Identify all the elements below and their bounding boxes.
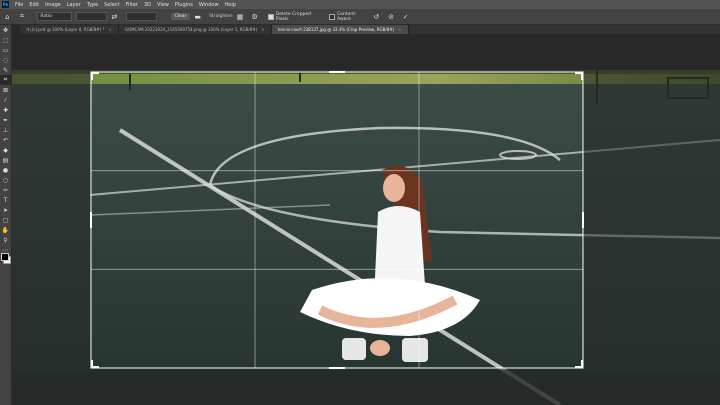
close-icon[interactable]: × xyxy=(261,25,264,34)
quick-select-tool-icon[interactable]: ✎ xyxy=(0,65,11,75)
tab-label: 가나다.psd @ 100% (Layer 0, RGB/8#) * xyxy=(26,27,105,32)
brush-tool-icon[interactable]: ✒ xyxy=(0,115,11,125)
path-select-tool-icon[interactable]: ➤ xyxy=(0,205,11,215)
photoshop-logo: Ps xyxy=(2,1,9,8)
menu-filter[interactable]: Filter xyxy=(123,2,141,8)
straighten-icon[interactable]: ▬ xyxy=(193,12,202,21)
lasso-tool-icon[interactable]: ◌ xyxy=(0,55,11,65)
menu-3d[interactable]: 3D xyxy=(141,2,154,8)
crop-tool-icon[interactable]: ⌗ xyxy=(0,75,11,85)
document-tabs: 가나다.psd @ 100% (Layer 0, RGB/8#) * × G… xyxy=(20,25,720,34)
close-icon[interactable]: × xyxy=(398,25,401,34)
swap-icon[interactable]: ⇄ xyxy=(110,12,119,21)
eyedropper-tool-icon[interactable]: ⁄ xyxy=(0,95,11,105)
tab-document-1[interactable]: 가나다.psd @ 100% (Layer 0, RGB/8#) * × xyxy=(20,25,119,34)
content-aware-label: Content-Aware xyxy=(337,11,357,22)
ratio-select[interactable]: Ratio xyxy=(37,12,73,21)
tools-panel: ✥ ⬚ ▭ ◌ ✎ ⌗ ⊠ ⁄ ✚ ✒ ⊥ ↶ ◆ ▤ ● ○ ✑ T ➤ ▢ … xyxy=(0,25,12,405)
checkbox-box xyxy=(267,13,274,20)
delete-cropped-pixels-checkbox[interactable]: Delete Cropped Pixels xyxy=(267,11,323,22)
foreground-color-swatch[interactable] xyxy=(1,253,9,261)
ratio-width-field[interactable] xyxy=(76,12,108,21)
menu-type[interactable]: Type xyxy=(84,2,101,8)
close-icon[interactable]: × xyxy=(109,25,112,34)
menu-edit[interactable]: Edit xyxy=(26,2,42,8)
marquee-tool-icon[interactable]: ▭ xyxy=(0,45,11,55)
home-icon[interactable]: ⌂ xyxy=(3,12,12,21)
commit-check-icon[interactable]: ✓ xyxy=(401,12,410,21)
menu-plugins[interactable]: Plugins xyxy=(172,2,196,8)
options-bar: ⌂ ⌗ Ratio ⇄ Clear ▬ Straighten ▦ ⚙ Delet… xyxy=(0,9,720,25)
menu-image[interactable]: Image xyxy=(42,2,64,8)
type-tool-icon[interactable]: T xyxy=(0,195,11,205)
eraser-tool-icon[interactable]: ◆ xyxy=(0,145,11,155)
menu-window[interactable]: Window xyxy=(196,2,222,8)
ratio-height-field[interactable] xyxy=(125,12,157,21)
menu-file[interactable]: File xyxy=(12,2,26,8)
cancel-icon[interactable]: ⊘ xyxy=(387,12,396,21)
checkbox-box xyxy=(329,13,336,20)
tab-document-3[interactable]: tennis-court-238137.jpg @ 33.3% (Crop Pr… xyxy=(271,25,409,34)
move-tool-icon[interactable]: ✥ xyxy=(0,25,11,35)
tab-label: GOMCAM 20221024_2145590754.png @ 100% (L… xyxy=(124,27,258,32)
crop-tool-icon[interactable]: ⌗ xyxy=(18,12,27,21)
menu-view[interactable]: View xyxy=(154,2,172,8)
dodge-tool-icon[interactable]: ○ xyxy=(0,175,11,185)
clear-button[interactable]: Clear xyxy=(170,13,191,20)
healing-brush-tool-icon[interactable]: ✚ xyxy=(0,105,11,115)
blur-tool-icon[interactable]: ● xyxy=(0,165,11,175)
gear-icon[interactable]: ⚙ xyxy=(250,12,259,21)
zoom-tool-icon[interactable]: ⚲ xyxy=(0,235,11,245)
straighten-button[interactable]: Straighten xyxy=(209,14,233,19)
frame-tool-icon[interactable]: ⊠ xyxy=(0,85,11,95)
artboard-tool-icon[interactable]: ⬚ xyxy=(0,35,11,45)
content-aware-checkbox[interactable]: Content-Aware xyxy=(329,12,369,22)
shape-tool-icon[interactable]: ▢ xyxy=(0,215,11,225)
tab-label: tennis-court-238137.jpg @ 33.3% (Crop Pr… xyxy=(277,27,395,32)
gradient-tool-icon[interactable]: ▤ xyxy=(0,155,11,165)
reset-icon[interactable]: ↺ xyxy=(372,12,381,21)
clone-stamp-tool-icon[interactable]: ⊥ xyxy=(0,125,11,135)
canvas-area[interactable] xyxy=(12,34,720,405)
overlay-grid-icon[interactable]: ▦ xyxy=(236,12,245,21)
menu-layer[interactable]: Layer xyxy=(64,2,84,8)
menu-help[interactable]: Help xyxy=(222,2,239,8)
pen-tool-icon[interactable]: ✑ xyxy=(0,185,11,195)
tab-document-2[interactable]: GOMCAM 20221024_2145590754.png @ 100% (L… xyxy=(119,25,272,34)
delete-cropped-label: Delete Cropped Pixels xyxy=(275,11,312,22)
menu-select[interactable]: Select xyxy=(101,2,122,8)
hand-tool-icon[interactable]: ✋ xyxy=(0,225,11,235)
history-brush-tool-icon[interactable]: ↶ xyxy=(0,135,11,145)
menu-bar: Ps File Edit Image Layer Type Select Fil… xyxy=(0,0,720,9)
